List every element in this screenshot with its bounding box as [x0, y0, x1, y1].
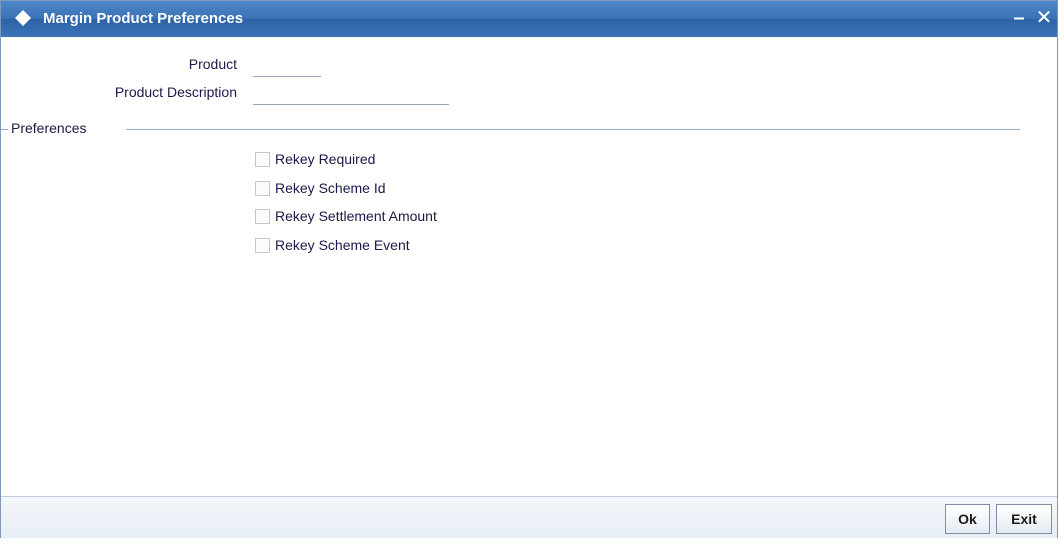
checkbox-box[interactable] [255, 237, 270, 253]
checkbox-box[interactable] [255, 180, 270, 196]
diamond-icon [15, 10, 31, 26]
rekey-required-checkbox[interactable]: Rekey Required [255, 149, 375, 169]
rekey-settlement-amount-checkbox[interactable]: Rekey Settlement Amount [255, 206, 437, 226]
checkbox-box[interactable] [255, 151, 270, 167]
preferences-section-title: Preferences [11, 120, 87, 136]
checkbox-label: Rekey Settlement Amount [275, 208, 437, 224]
checkbox-box[interactable] [255, 208, 270, 224]
section-divider-left [1, 129, 8, 130]
checkbox-label: Rekey Scheme Id [275, 180, 386, 196]
product-description-input[interactable] [253, 86, 449, 105]
title-bar: Margin Product Preferences – ✕ [1, 1, 1057, 37]
product-label: Product [188, 56, 237, 72]
ok-button[interactable]: Ok [945, 504, 990, 534]
window-title: Margin Product Preferences [43, 10, 244, 27]
footer-bar: Ok Exit [1, 496, 1057, 538]
product-input[interactable] [253, 58, 321, 77]
checkbox-label: Rekey Scheme Event [275, 237, 410, 253]
checkbox-label: Rekey Required [275, 151, 376, 167]
rekey-scheme-event-checkbox[interactable]: Rekey Scheme Event [255, 235, 410, 255]
product-description-label: Product Description [114, 84, 237, 100]
minimize-button[interactable]: – [1009, 7, 1029, 29]
exit-button[interactable]: Exit [996, 504, 1052, 534]
rekey-scheme-id-checkbox[interactable]: Rekey Scheme Id [255, 178, 386, 198]
close-button[interactable]: ✕ [1034, 7, 1054, 29]
margin-product-preferences-window: Margin Product Preferences – ✕ Product P… [0, 0, 1058, 538]
section-divider [126, 129, 1020, 130]
